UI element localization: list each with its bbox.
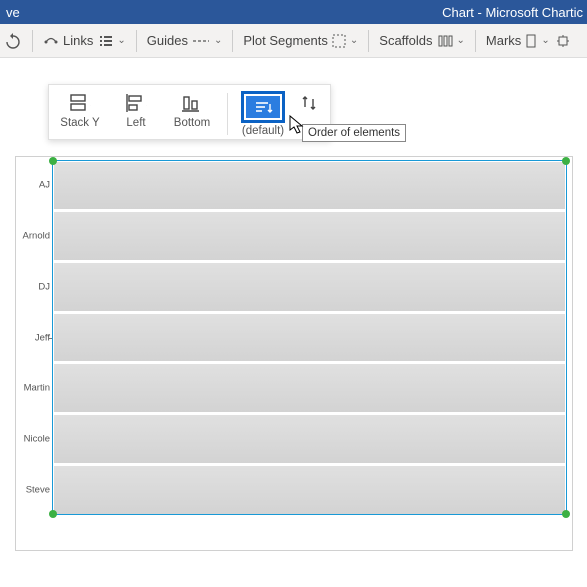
selection-outline[interactable] [52,160,567,515]
resize-handle-bl[interactable] [49,510,57,518]
marks-button[interactable]: Marks ⌄ [486,33,550,48]
region-icon [332,34,346,48]
titlebar-left-fragment: ve [0,5,20,20]
y-label: AJ [39,180,50,191]
scaffold-icon [437,34,453,48]
undo-icon [4,33,22,49]
y-label: Nicole [24,434,50,445]
list-icon [99,34,113,48]
mark-rect-icon [525,34,537,48]
align-left-label: Left [126,117,145,129]
links-label: Links [63,33,93,48]
titlebar: ve Chart - Microsoft Chartic [0,0,587,24]
ribbon: Links ⌄ Guides ⌄ Plot Segments ⌄ Scaffol… [0,24,587,58]
svg-text:⌄: ⌄ [145,99,147,109]
order-default-label: (default) [242,125,284,137]
chevron-down-icon: ⌄ [117,35,125,46]
plot-segments-button[interactable]: Plot Segments ⌄ [243,33,358,48]
y-label: Martin [24,383,50,394]
guides-label: Guides [147,33,188,48]
links-icon [43,33,59,49]
resize-handle-tr[interactable] [562,157,570,165]
align-bottom-icon: ⌄ [181,93,203,113]
y-label: Arnold [23,230,50,241]
y-label: DJ [38,281,50,292]
align-left-icon: ⌄ [125,93,147,113]
sublayout-toolbar: ⌄ Stack Y ⌄ Left ⌄ Bottom (default) [48,84,331,140]
marks-more-button[interactable] [556,34,570,48]
svg-text:⌄: ⌄ [202,99,203,109]
guides-button[interactable]: Guides ⌄ [147,33,223,48]
order-default-button[interactable]: (default) [240,91,286,137]
snap-icon [556,34,570,48]
links-button[interactable]: Links [43,33,93,49]
stack-y-button[interactable]: ⌄ Stack Y [57,91,103,129]
plot-segments-label: Plot Segments [243,33,328,48]
marks-label: Marks [486,33,521,48]
stack-y-label: Stack Y [60,117,99,129]
chevron-down-icon: ⌄ [214,35,222,46]
swap-button[interactable] [296,91,322,115]
resize-handle-br[interactable] [562,510,570,518]
scaffolds-button[interactable]: Scaffolds ⌄ [379,33,465,48]
swap-icon [299,93,319,113]
align-left-button[interactable]: ⌄ Left [113,91,159,129]
align-bottom-label: Bottom [174,117,210,129]
tooltip: Order of elements [302,124,406,142]
chevron-down-icon: ⌄ [350,35,358,46]
undo-button[interactable] [4,33,22,49]
guide-dashed-icon [192,35,210,47]
titlebar-title: Chart - Microsoft Chartic [20,5,587,20]
sort-icon [246,96,280,118]
links-style-button[interactable]: ⌄ [99,34,125,48]
stack-y-icon: ⌄ [69,93,91,113]
chevron-down-icon: ⌄ [457,35,465,46]
resize-handle-tl[interactable] [49,157,57,165]
y-axis-labels: AJ Arnold DJ Jeff Martin Nicole Steve [15,160,52,515]
canvas[interactable]: ⌄ Stack Y ⌄ Left ⌄ Bottom (default) Orde… [0,58,587,587]
y-label: Steve [26,484,50,495]
svg-text:⌄: ⌄ [89,99,91,109]
chevron-down-icon: ⌄ [541,35,549,46]
align-bottom-button[interactable]: ⌄ Bottom [169,91,215,129]
scaffolds-label: Scaffolds [379,33,432,48]
